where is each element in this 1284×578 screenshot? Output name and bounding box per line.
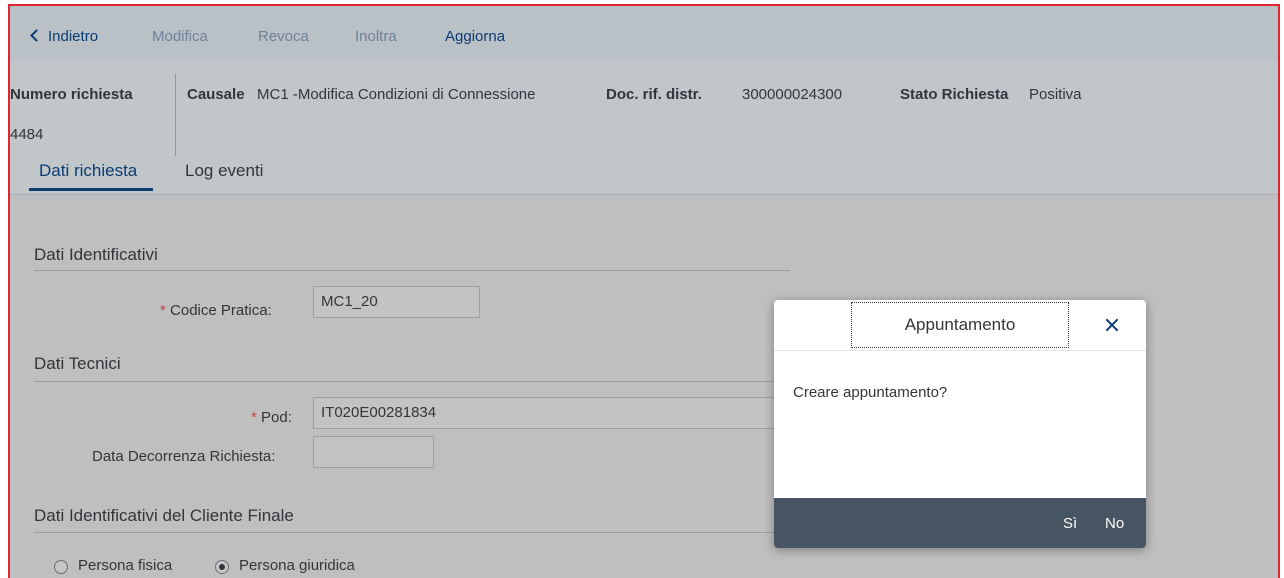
edit-button[interactable]: Modifica (152, 6, 208, 60)
section-title-technical: Dati Tecnici (34, 354, 121, 373)
yes-button[interactable]: Sì (1063, 498, 1077, 548)
app-frame: Indietro Modifica Revoca Inoltra Aggiorn… (8, 4, 1280, 578)
section-divider (34, 532, 790, 533)
practice-code-label: * Codice Pratica: (160, 302, 272, 319)
radio-label-persona-fisica: Persona fisica (78, 557, 173, 574)
toolbar: Indietro Modifica Revoca Inoltra Aggiorn… (10, 6, 1278, 60)
required-marker: * (160, 302, 166, 319)
radio-label-persona-giuridica: Persona giuridica (239, 557, 355, 574)
close-icon[interactable] (1101, 314, 1123, 336)
back-button-label: Indietro (48, 28, 99, 45)
practice-code-label-text: Codice Pratica: (170, 302, 272, 319)
refresh-button[interactable]: Aggiorna (445, 6, 505, 60)
section-title-identification: Dati Identificativi (34, 245, 158, 264)
appointment-dialog: Appuntamento Creare appuntamento? Sì No (774, 300, 1146, 548)
dialog-footer: Sì No (774, 498, 1146, 548)
pod-input[interactable]: IT020E00281834 (313, 397, 785, 429)
status-label: Stato Richiesta (900, 86, 1009, 103)
active-tab-indicator (29, 188, 153, 191)
pod-label-text: Pod: (261, 409, 292, 426)
no-button[interactable]: No (1105, 498, 1124, 548)
forward-button[interactable]: Inoltra (355, 6, 397, 60)
tab-dati-richiesta[interactable]: Dati richiesta (39, 161, 137, 181)
pod-label: * Pod: (251, 409, 292, 426)
request-number-value: 4484 (10, 126, 44, 143)
required-marker: * (251, 409, 257, 426)
header-divider (175, 74, 176, 156)
revoke-button[interactable]: Revoca (258, 6, 309, 60)
request-header: Numero richiesta 4484 Causale MC1 -Modif… (10, 60, 1278, 195)
section-divider (34, 270, 790, 271)
dialog-title: Appuntamento (851, 302, 1069, 348)
request-number-label: Numero richiesta (10, 86, 133, 103)
reason-value: MC1 -Modifica Condizioni di Connessione (257, 86, 536, 103)
dialog-header: Appuntamento (774, 300, 1146, 351)
radio-persona-giuridica[interactable] (215, 560, 229, 574)
doc-ref-value: 300000024300 (742, 86, 843, 103)
radio-persona-fisica[interactable] (54, 560, 68, 574)
chevron-left-icon (30, 29, 43, 42)
section-divider (34, 381, 790, 382)
start-date-input[interactable] (313, 436, 434, 468)
doc-ref-label: Doc. rif. distr. (606, 86, 702, 103)
tab-log-eventi[interactable]: Log eventi (185, 161, 263, 181)
back-button[interactable]: Indietro (30, 6, 99, 60)
section-title-customer: Dati Identificativi del Cliente Finale (34, 506, 294, 525)
dialog-message: Creare appuntamento? (793, 384, 948, 401)
status-value: Positiva (1029, 86, 1082, 103)
practice-code-input[interactable]: MC1_20 (313, 286, 480, 318)
reason-label: Causale (187, 86, 245, 103)
start-date-label: Data Decorrenza Richiesta: (92, 448, 276, 465)
